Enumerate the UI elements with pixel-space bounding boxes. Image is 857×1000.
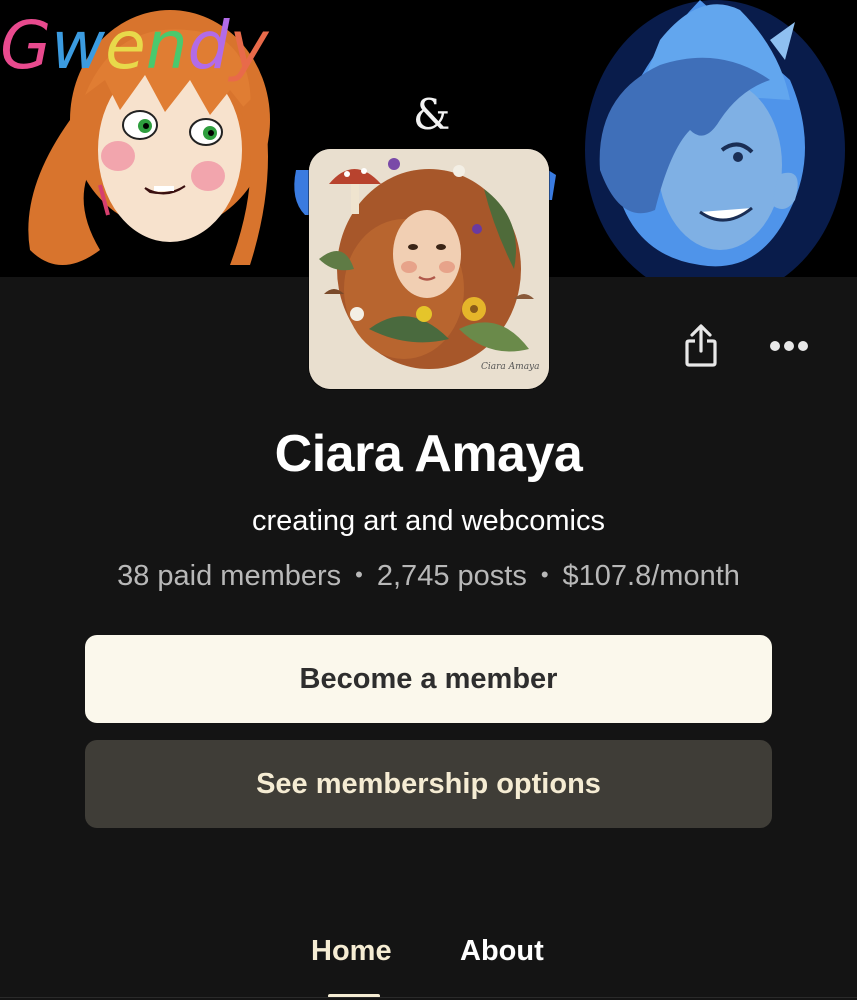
svg-text:Gwendy: Gwendy bbox=[0, 7, 270, 84]
creator-avatar[interactable]: Ciara Amaya bbox=[309, 149, 549, 389]
tabs-divider bbox=[0, 997, 857, 998]
svg-text:Ciara Amaya: Ciara Amaya bbox=[481, 362, 540, 372]
stats-separator: • bbox=[540, 562, 549, 587]
stats-separator: • bbox=[355, 562, 363, 587]
share-button[interactable] bbox=[678, 320, 724, 372]
tab-home[interactable]: Home bbox=[311, 935, 392, 968]
banner-partial-letter bbox=[294, 170, 310, 215]
paid-members-count: 38 paid members bbox=[117, 560, 342, 592]
monthly-earnings: $107.8/month bbox=[562, 560, 740, 592]
creator-name: Ciara Amaya bbox=[274, 425, 583, 483]
profile-tabs: Home About bbox=[0, 935, 857, 1000]
creator-stats: 38 paid members • 2,745 posts • $107.8/month bbox=[0, 560, 857, 593]
share-icon bbox=[685, 324, 717, 367]
posts-count: 2,745 posts bbox=[376, 560, 527, 592]
more-options-button[interactable] bbox=[764, 325, 814, 367]
become-member-button[interactable]: Become a member bbox=[85, 635, 772, 723]
right-character-illustration bbox=[585, 0, 845, 277]
creator-tagline: creating art and webcomics bbox=[252, 505, 605, 537]
see-membership-options-button[interactable]: See membership options bbox=[85, 740, 772, 828]
banner-ampersand: & bbox=[413, 90, 451, 139]
tab-about[interactable]: About bbox=[460, 935, 544, 968]
more-options-icon bbox=[770, 341, 808, 351]
avatar-portrait-illustration: Ciara Amaya bbox=[309, 149, 549, 389]
banner-title-gwendy: Gwendy bbox=[0, 7, 270, 84]
